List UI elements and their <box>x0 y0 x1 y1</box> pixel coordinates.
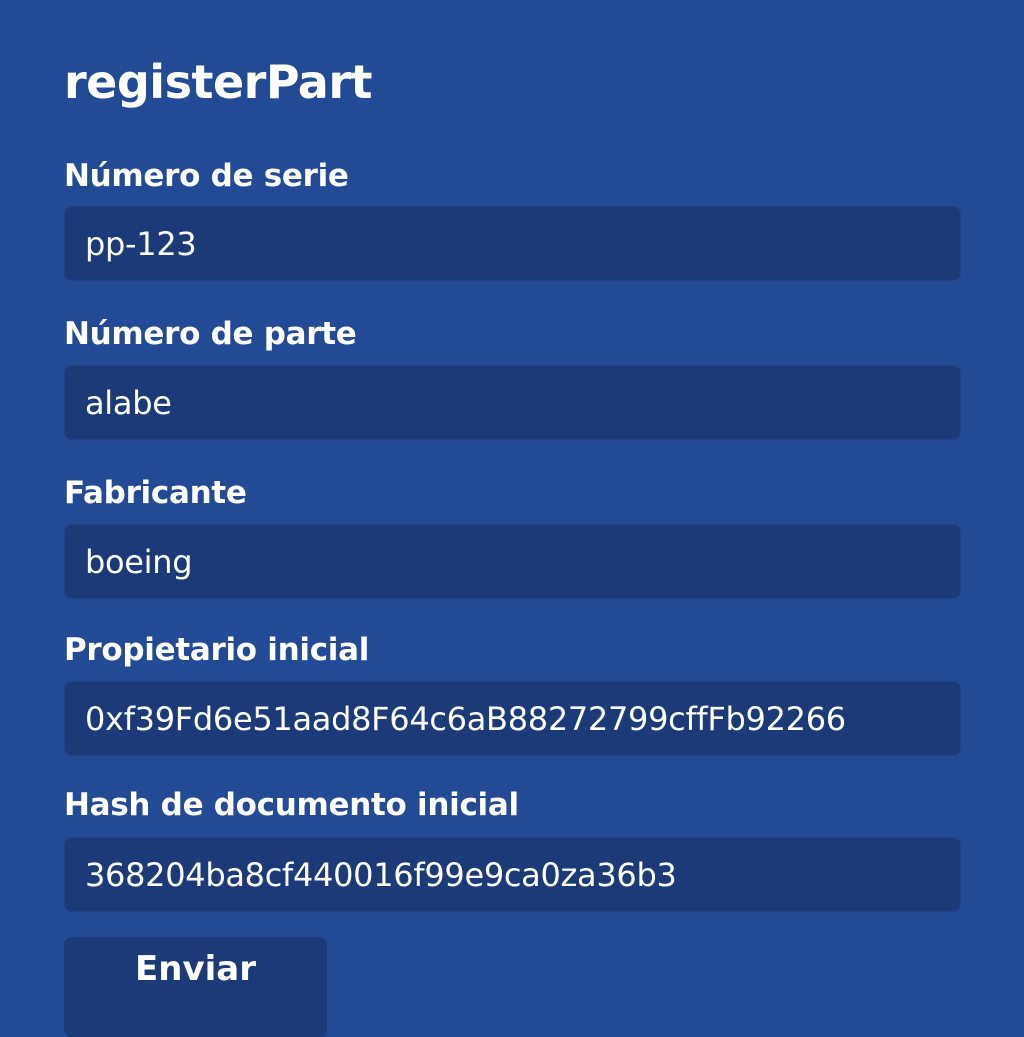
initial-owner-label: Propietario inicial <box>64 632 370 668</box>
serial-number-input[interactable] <box>64 206 961 281</box>
initial-document-hash-input[interactable] <box>64 837 961 912</box>
part-number-label: Número de parte <box>64 316 357 352</box>
manufacturer-input[interactable] <box>64 524 961 599</box>
page-title: registerPart <box>64 55 373 109</box>
part-number-input[interactable] <box>64 365 961 440</box>
manufacturer-label: Fabricante <box>64 475 247 511</box>
initial-owner-input[interactable] <box>64 681 961 756</box>
serial-number-label: Número de serie <box>64 158 349 194</box>
initial-document-hash-label: Hash de documento inicial <box>64 787 519 823</box>
submit-button[interactable]: Enviar <box>64 937 327 1037</box>
